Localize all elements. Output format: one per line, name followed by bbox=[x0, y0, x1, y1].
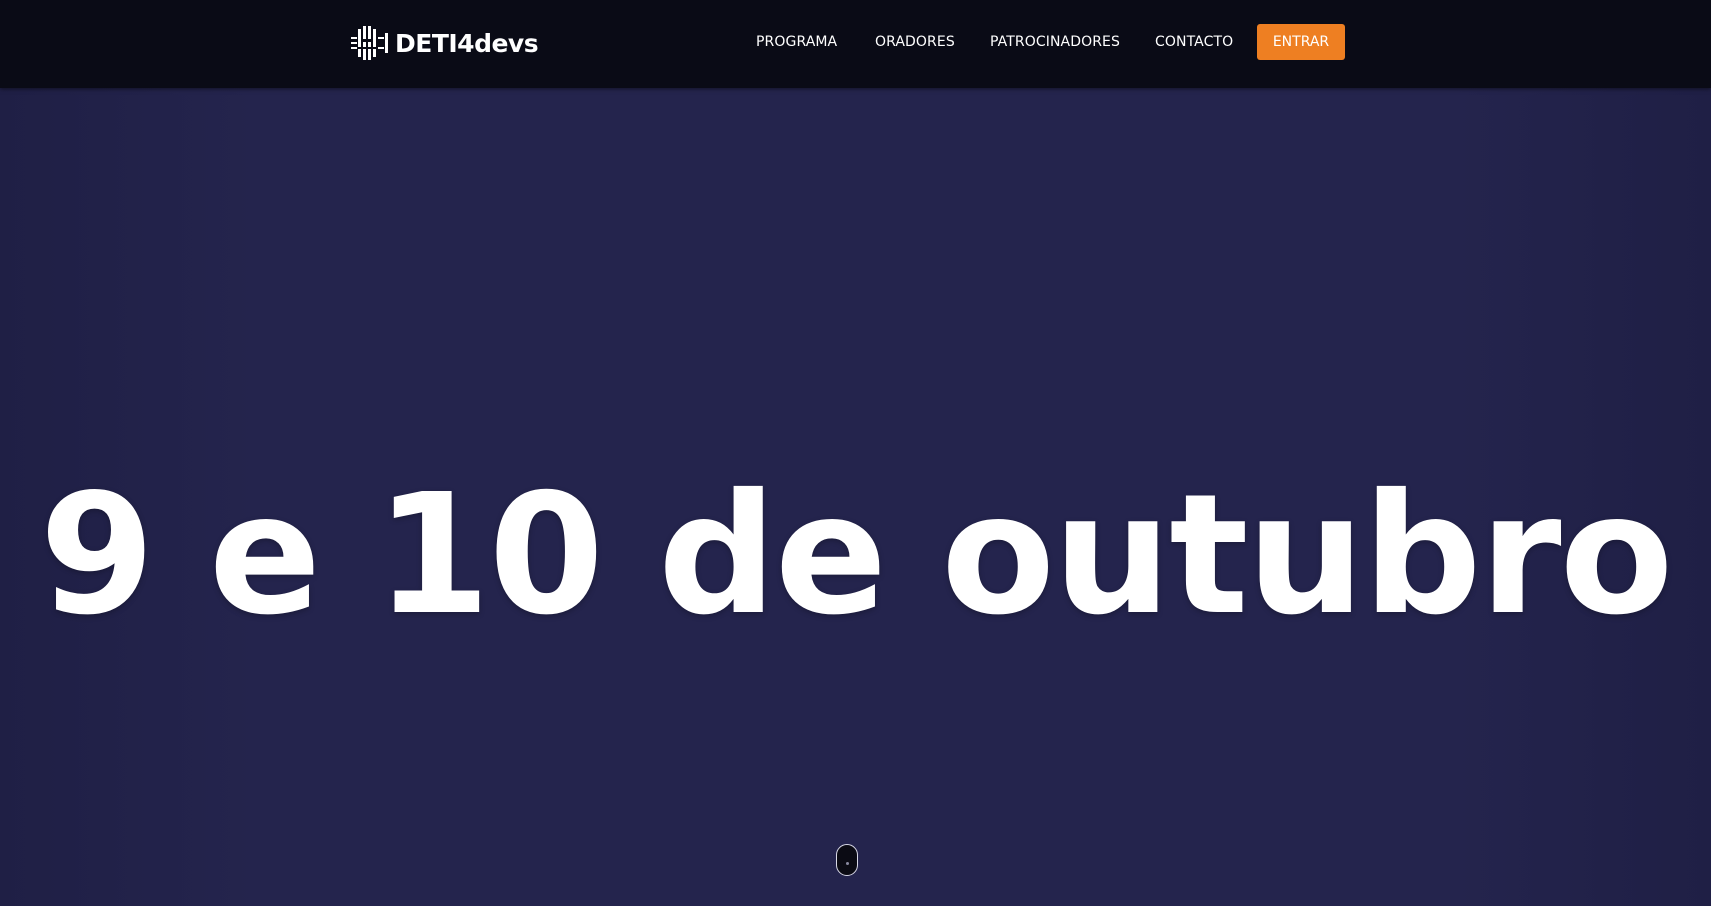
nav-item-patrocinadores[interactable]: PATROCINADORES bbox=[990, 33, 1120, 51]
scroll-wheel-dot bbox=[846, 862, 849, 865]
nav-item-programa[interactable]: PROGRAMA bbox=[756, 33, 837, 51]
site-logo[interactable]: DETI4devs bbox=[351, 25, 539, 61]
hero-title: 9 e 10 de outubro bbox=[39, 459, 1673, 653]
nav-item-contacto[interactable]: CONTACTO bbox=[1155, 33, 1233, 51]
mouse-scroll-icon[interactable] bbox=[836, 844, 858, 876]
top-navbar: DETI4devs PROGRAMA ORADORES PATROCINADOR… bbox=[0, 0, 1711, 88]
circuit-chip-icon bbox=[351, 26, 388, 60]
nav-item-oradores[interactable]: ORADORES bbox=[875, 33, 955, 51]
logo-text: DETI4devs bbox=[395, 28, 539, 58]
enter-button[interactable]: ENTRAR bbox=[1257, 24, 1345, 60]
